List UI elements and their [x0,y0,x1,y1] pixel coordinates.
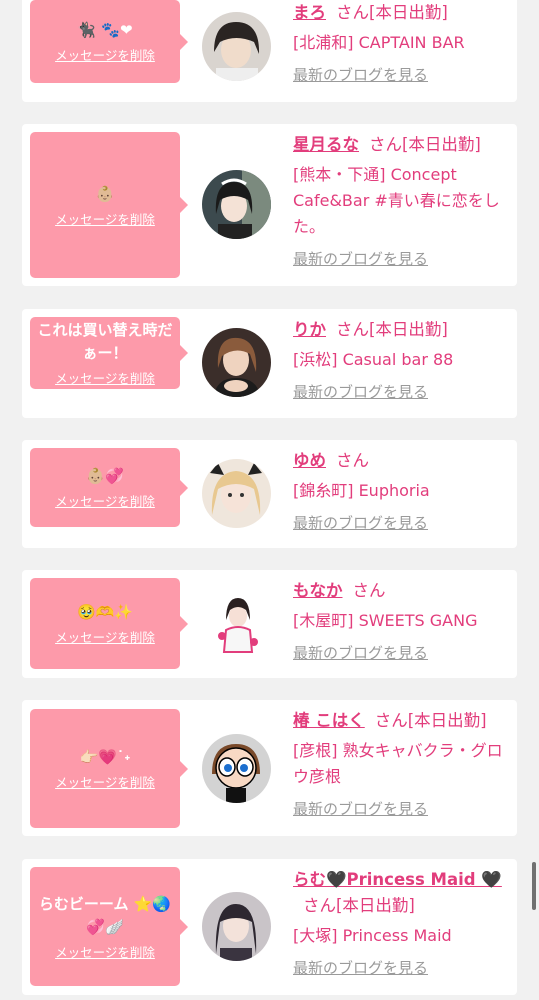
blog-link[interactable]: 最新のブログを見る [293,512,428,533]
status-badge: [本日出勤] [369,320,448,339]
status-badge: [本日出勤] [407,711,487,730]
honorific: さん [336,3,369,22]
blog-link[interactable]: 最新のブログを見る [293,957,428,978]
message-card: これは買い替え時だぁー！ メッセージを削除 りか さん[本日出勤] [浜松] Ca… [22,309,517,418]
cast-name-link[interactable]: らむ🖤Princess Maid 🖤 [293,870,502,889]
avatar[interactable] [202,734,271,803]
message-text: 🥹🫶✨ [76,603,134,621]
cast-name-link[interactable]: 星月るな [293,135,359,154]
shop-name: [北浦和] CAPTAIN BAR [293,33,465,52]
message-text: 🐈‍⬛ 🐾❤ [77,21,133,39]
message-card: らむビーーム ⭐️🌏💞🪽 メッセージを削除 らむ🖤Princess Maid 🖤… [22,859,517,995]
cast-info: もなか さん [木屋町] SWEETS GANG 最新のブログを見る [293,578,511,663]
cast-info: 椿 こはく さん[本日出勤] [彦根] 熟女キャバクラ・グロウ彦根 最新のブログを… [293,708,511,819]
message-bubble: 🥹🫶✨ メッセージを削除 [30,578,188,669]
cast-name-link[interactable]: 椿 こはく [293,711,365,730]
honorific: さん [374,711,408,730]
avatar[interactable] [202,892,271,961]
honorific: さん [369,135,402,154]
message-bubble: これは買い替え時だぁー！ メッセージを削除 [30,317,188,389]
message-card: 🐈‍⬛ 🐾❤ メッセージを削除 まろ さん[本日出勤] [北浦和] CAPTAIN… [22,0,517,102]
shop-name: [熊本・下通] Concept Cafe&Bar #青い春に恋をした。 [293,165,500,236]
honorific: さん [336,451,369,470]
avatar[interactable] [202,170,271,239]
cast-name-link[interactable]: りか [293,320,326,339]
cast-name-link[interactable]: まろ [293,3,326,22]
message-text: これは買い替え時だぁー！ [37,321,173,362]
message-text: 👉🏻💗˙˖ [79,748,131,766]
scrollbar[interactable] [532,862,536,910]
avatar[interactable] [202,328,271,397]
message-text: らむビーーム ⭐️🌏💞🪽 [38,894,172,936]
message-text: 👶🏼💞 [86,467,124,485]
delete-message-link[interactable]: メッセージを削除 [55,627,155,646]
cast-info: りか さん[本日出勤] [浜松] Casual bar 88 最新のブログを見る [293,317,511,402]
status-badge: [本日出勤] [402,135,481,154]
message-bubble: 👶🏼 メッセージを削除 [30,132,188,278]
avatar[interactable] [202,12,271,81]
delete-message-link[interactable]: メッセージを削除 [55,491,155,510]
blog-link[interactable]: 最新のブログを見る [293,64,428,85]
message-card: 👶🏼 メッセージを削除 星月るな さん[本日出勤] [熊本・下通] Concept… [22,124,517,286]
honorific: さん [303,896,336,915]
blog-link[interactable]: 最新のブログを見る [293,642,428,663]
message-text: 👶🏼 [95,184,115,203]
shop-name: [錦糸町] Euphoria [293,481,430,500]
message-card: 👉🏻💗˙˖ メッセージを削除 椿 こはく さん[本日出勤] [彦根] 熟女キャバク… [22,700,517,836]
cast-name-link[interactable]: ゆめ [293,451,326,470]
cast-info: まろ さん[本日出勤] [北浦和] CAPTAIN BAR 最新のブログを見る [293,0,511,85]
cast-info: ゆめ さん [錦糸町] Euphoria 最新のブログを見る [293,448,511,533]
message-bubble: らむビーーム ⭐️🌏💞🪽 メッセージを削除 [30,867,188,986]
cast-info: らむ🖤Princess Maid 🖤 さん[本日出勤] [大塚] Princess… [293,867,511,978]
honorific: さん [352,581,386,600]
shop-name: [木屋町] SWEETS GANG [293,611,478,630]
delete-message-link[interactable]: メッセージを削除 [55,772,155,791]
message-card: 🥹🫶✨ メッセージを削除 もなか さん [木屋町] SWEETS GANG 最新の… [22,570,517,678]
status-badge: [本日出勤] [336,896,415,915]
message-bubble: 👉🏻💗˙˖ メッセージを削除 [30,709,188,828]
blog-link[interactable]: 最新のブログを見る [293,798,428,819]
delete-message-link[interactable]: メッセージを削除 [55,45,155,64]
message-bubble: 👶🏼💞 メッセージを削除 [30,448,188,527]
cast-info: 星月るな さん[本日出勤] [熊本・下通] Concept Cafe&Bar #青… [293,132,511,269]
cast-name-link[interactable]: もなか [293,581,343,600]
shop-name: [大塚] Princess Maid [293,926,452,945]
shop-name: [彦根] 熟女キャバクラ・グロウ彦根 [293,741,503,786]
honorific: さん [336,320,369,339]
avatar[interactable] [202,459,271,528]
delete-message-link[interactable]: メッセージを削除 [55,368,155,387]
delete-message-link[interactable]: メッセージを削除 [55,942,155,961]
shop-name: [浜松] Casual bar 88 [293,350,454,369]
message-card: 👶🏼💞 メッセージを削除 ゆめ さん [錦糸町] Euphoria 最新のブログを… [22,440,517,548]
blog-link[interactable]: 最新のブログを見る [293,381,428,402]
avatar[interactable] [202,590,271,659]
status-badge: [本日出勤] [369,3,448,22]
message-bubble: 🐈‍⬛ 🐾❤ メッセージを削除 [30,0,188,83]
blog-link[interactable]: 最新のブログを見る [293,248,428,269]
delete-message-link[interactable]: メッセージを削除 [55,209,155,228]
